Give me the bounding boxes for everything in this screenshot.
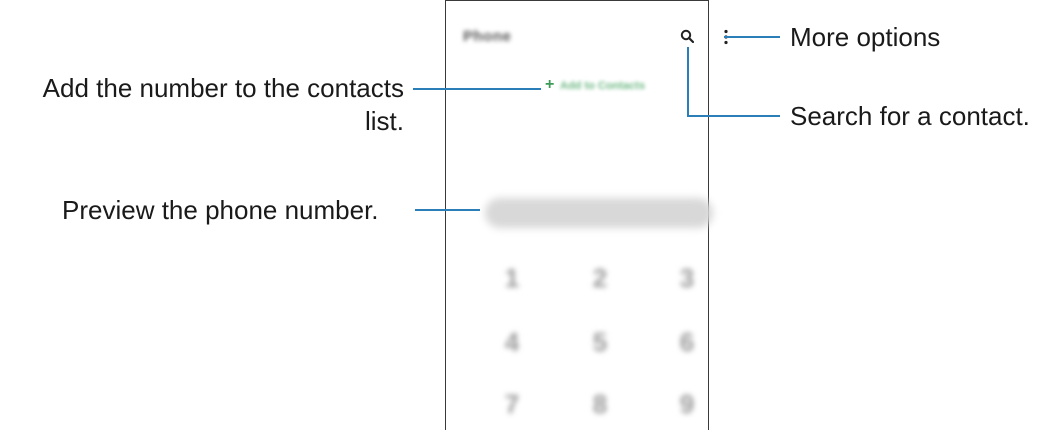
callout-search-contact: Search for a contact. (790, 101, 1030, 131)
callout-more-options: More options (790, 22, 941, 52)
callout-preview-number: Preview the phone number. (62, 195, 379, 225)
callout-add-number: Add the number to the contacts list. (43, 72, 404, 138)
search-line (687, 47, 780, 117)
callout-add-number-line1: Add the number to the contacts (42, 73, 404, 103)
callout-add-number-line2: list. (365, 106, 404, 136)
